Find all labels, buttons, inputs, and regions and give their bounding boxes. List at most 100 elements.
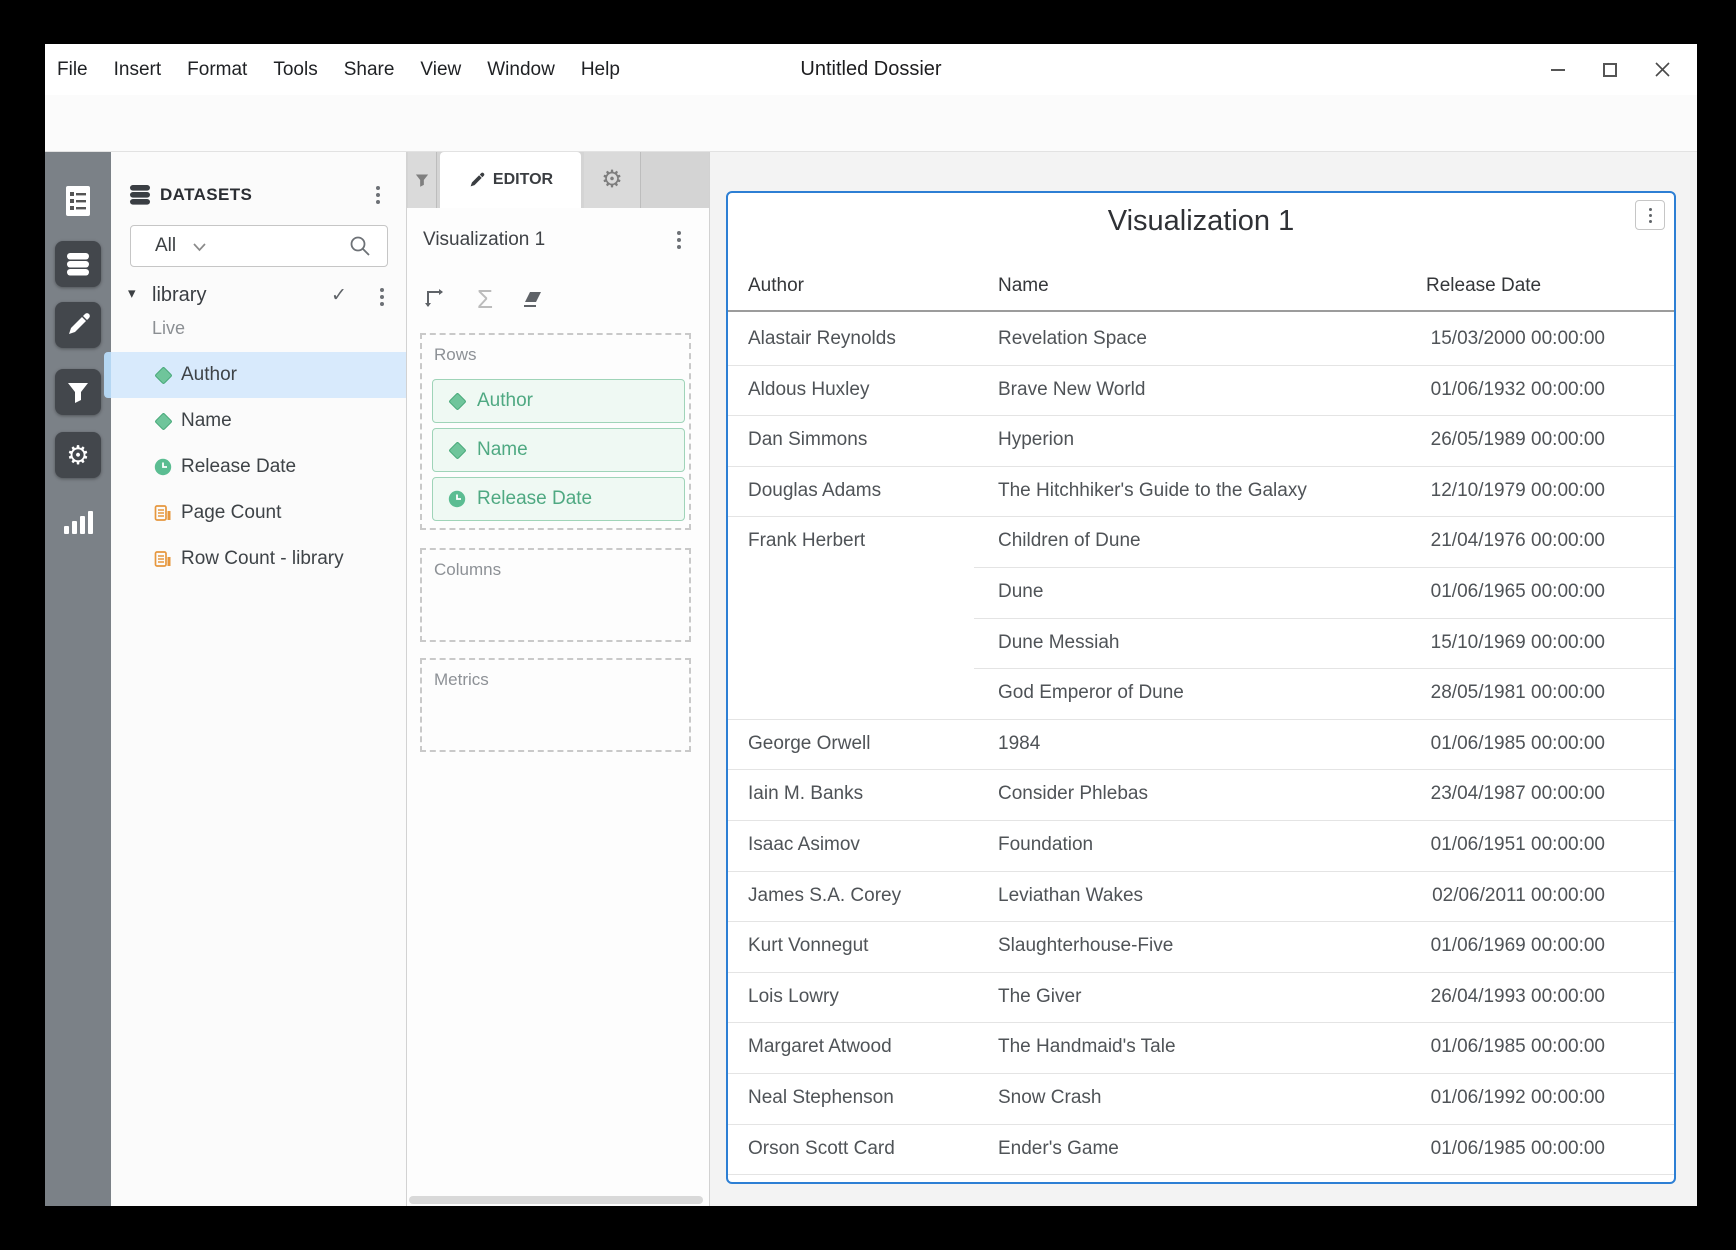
column-header-author[interactable]: Author xyxy=(748,275,804,297)
dataset-mode-label: Live xyxy=(152,318,185,339)
columns-zone-label: Columns xyxy=(434,560,501,580)
rows-drop-zone[interactable]: Rows Author Name Release Date xyxy=(420,333,691,530)
maximize-button[interactable] xyxy=(1601,61,1619,79)
attribute-diamond-icon xyxy=(153,365,173,385)
swap-axes-icon[interactable] xyxy=(421,283,449,315)
datasets-panel-title: DATASETS xyxy=(160,185,252,205)
dataset-field-name[interactable]: Name xyxy=(111,398,406,444)
table-row[interactable]: God Emperor of Dune28/05/1981 00:00:00 xyxy=(728,668,1674,719)
filter-icon[interactable] xyxy=(55,369,101,415)
table-row[interactable]: Peter F. HamiltonPandora's Star02/03/200… xyxy=(728,1174,1674,1182)
table-row[interactable]: James S.A. CoreyLeviathan Wakes02/06/201… xyxy=(728,871,1674,922)
dataset-field-page-count[interactable]: Page Count xyxy=(111,490,406,536)
dossier-canvas: Visualization 1 Author Name Release Date… xyxy=(710,152,1697,1206)
table-row[interactable]: Frank HerbertChildren of Dune21/04/1976 … xyxy=(728,516,1674,567)
pencil-icon xyxy=(468,172,485,189)
left-sidebar: ⚙ xyxy=(45,152,111,1206)
menu-tools[interactable]: Tools xyxy=(273,59,317,81)
table-row[interactable]: Lois LowryThe Giver26/04/1993 00:00:00 xyxy=(728,972,1674,1023)
dataset-field-author[interactable]: Author xyxy=(111,352,406,398)
menu-insert[interactable]: Insert xyxy=(114,59,162,81)
datasets-menu-kebab[interactable] xyxy=(369,184,387,206)
rows-chip-release-date[interactable]: Release Date xyxy=(432,477,685,521)
dataset-search-box[interactable]: All xyxy=(130,225,388,267)
search-icon[interactable] xyxy=(349,235,371,262)
dataset-filter-value[interactable]: All xyxy=(155,235,176,257)
date-clock-icon xyxy=(153,457,173,477)
attribute-diamond-icon xyxy=(447,440,467,460)
table-row[interactable]: Kurt VonnegutSlaughterhouse-Five01/06/19… xyxy=(728,921,1674,972)
settings-icon[interactable]: ⚙ xyxy=(55,432,101,478)
edit-icon[interactable] xyxy=(55,302,101,348)
table-row[interactable]: Dan SimmonsHyperion26/05/1989 00:00:00 xyxy=(728,415,1674,466)
column-header-name[interactable]: Name xyxy=(998,275,1049,297)
gear-icon: ⚙ xyxy=(601,168,623,192)
menu-view[interactable]: View xyxy=(420,59,461,81)
rows-chip-author[interactable]: Author xyxy=(432,379,685,423)
menu-window[interactable]: Window xyxy=(487,59,555,81)
app-window: File Insert Format Tools Share View Window Help… xyxy=(45,44,1697,1206)
attribute-diamond-icon xyxy=(447,391,467,411)
visualization-card-kebab[interactable] xyxy=(1635,200,1665,230)
columns-drop-zone[interactable]: Columns xyxy=(420,548,691,642)
minimize-button[interactable] xyxy=(1549,61,1567,79)
tab-format[interactable]: ⚙ xyxy=(584,152,641,208)
rows-zone-label: Rows xyxy=(434,345,477,365)
table-row[interactable]: Margaret AtwoodThe Handmaid's Tale01/06/… xyxy=(728,1022,1674,1073)
visualization-name-label: Visualization 1 xyxy=(423,229,545,251)
menu-file[interactable]: File xyxy=(57,59,88,81)
tab-editor[interactable]: EDITOR xyxy=(440,152,581,208)
check-icon: ✓ xyxy=(331,284,347,307)
table-row[interactable]: Neal StephensonSnow Crash01/06/1992 00:0… xyxy=(728,1073,1674,1124)
grid-body: Alastair ReynoldsRevelation Space15/03/2… xyxy=(728,314,1674,1182)
column-header-release-date[interactable]: Release Date xyxy=(1426,275,1541,297)
visualization-title: Visualization 1 xyxy=(728,205,1674,238)
menu-share[interactable]: Share xyxy=(344,59,395,81)
table-row[interactable]: George Orwell198401/06/1985 00:00:00 xyxy=(728,719,1674,770)
table-row[interactable]: Aldous HuxleyBrave New World01/06/1932 0… xyxy=(728,365,1674,416)
visualization-menu-kebab[interactable] xyxy=(670,229,688,251)
menu-help[interactable]: Help xyxy=(581,59,620,81)
table-row[interactable]: Iain M. BanksConsider Phlebas23/04/1987 … xyxy=(728,769,1674,820)
dataset-field-release-date[interactable]: Release Date xyxy=(111,444,406,490)
metrics-drop-zone[interactable]: Metrics xyxy=(420,658,691,752)
panel-collapse-handle[interactable] xyxy=(104,352,111,398)
window-controls xyxy=(1549,44,1671,95)
totals-sigma-icon[interactable]: Σ xyxy=(471,283,499,315)
eraser-icon[interactable] xyxy=(519,283,547,315)
chevron-down-icon[interactable] xyxy=(193,239,206,257)
tab-filter[interactable] xyxy=(408,152,437,208)
grid-header-row: Author Name Release Date xyxy=(728,263,1674,312)
chart-icon[interactable] xyxy=(55,499,101,545)
datasets-icon-small xyxy=(128,183,152,212)
content-area: ⚙ DATASETS All xyxy=(45,152,1697,1206)
dataset-library-row[interactable]: ▾ library ✓ xyxy=(111,282,406,312)
toolbar: T < >HTML xyxy=(45,95,1697,152)
attribute-diamond-icon xyxy=(153,411,173,431)
metrics-zone-label: Metrics xyxy=(434,670,489,690)
metric-icon xyxy=(153,503,173,523)
editor-tabstrip: EDITOR ⚙ xyxy=(407,152,709,208)
table-row[interactable]: Isaac AsimovFoundation01/06/1951 00:00:0… xyxy=(728,820,1674,871)
table-row[interactable]: Douglas AdamsThe Hitchhiker's Guide to t… xyxy=(728,466,1674,517)
contents-icon[interactable] xyxy=(55,178,101,224)
dataset-name[interactable]: library xyxy=(152,284,206,307)
editor-scrollbar[interactable] xyxy=(409,1196,703,1204)
editor-panel: EDITOR ⚙ Visualization 1 Σ Rows Author Na… xyxy=(407,152,710,1206)
table-row[interactable]: Orson Scott CardEnder's Game01/06/1985 0… xyxy=(728,1124,1674,1175)
table-row[interactable]: Dune01/06/1965 00:00:00 xyxy=(728,567,1674,618)
table-row[interactable]: Alastair ReynoldsRevelation Space15/03/2… xyxy=(728,314,1674,365)
tab-editor-label: EDITOR xyxy=(493,171,553,189)
window-title: Untitled Dossier xyxy=(800,44,941,95)
datasets-panel: DATASETS All ▾ library ✓ Live AuthorName… xyxy=(111,152,407,1206)
menu-format[interactable]: Format xyxy=(187,59,247,81)
dataset-menu-kebab[interactable] xyxy=(373,286,391,308)
visualization-card[interactable]: Visualization 1 Author Name Release Date… xyxy=(726,191,1676,1184)
table-row[interactable]: Dune Messiah15/10/1969 00:00:00 xyxy=(728,618,1674,669)
dataset-field-row-count-library[interactable]: Row Count - library xyxy=(111,536,406,582)
expander-icon[interactable]: ▾ xyxy=(128,284,136,302)
date-clock-icon xyxy=(447,489,467,509)
close-button[interactable] xyxy=(1653,61,1671,79)
datasets-icon[interactable] xyxy=(55,241,101,287)
rows-chip-name[interactable]: Name xyxy=(432,428,685,472)
